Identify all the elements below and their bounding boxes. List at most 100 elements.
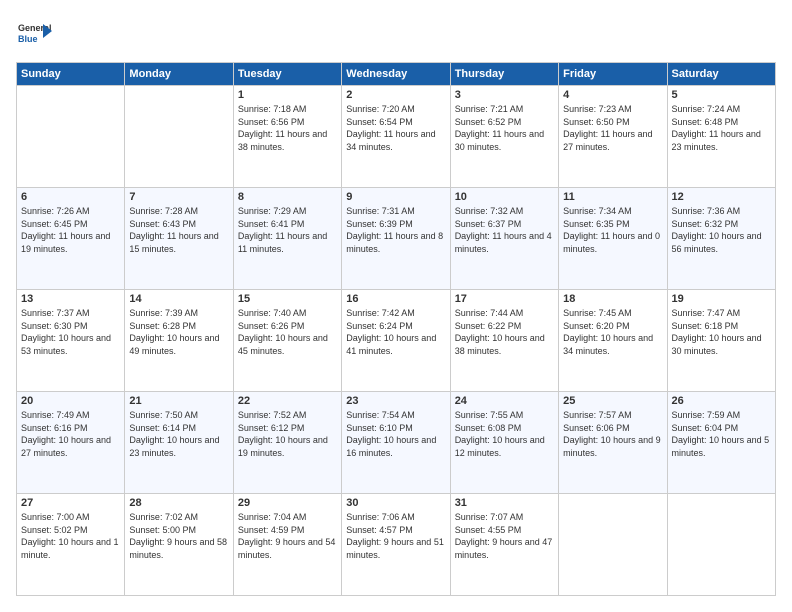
day-cell: 1 Sunrise: 7:18 AM Sunset: 6:56 PM Daylig…	[233, 86, 341, 188]
weekday-tuesday: Tuesday	[233, 63, 341, 86]
day-cell: 17 Sunrise: 7:44 AM Sunset: 6:22 PM Dayli…	[450, 290, 558, 392]
day-info: Sunrise: 7:21 AM Sunset: 6:52 PM Dayligh…	[455, 103, 554, 153]
day-cell	[17, 86, 125, 188]
day-info: Sunrise: 7:49 AM Sunset: 6:16 PM Dayligh…	[21, 409, 120, 459]
weekday-friday: Friday	[559, 63, 667, 86]
day-info: Sunrise: 7:28 AM Sunset: 6:43 PM Dayligh…	[129, 205, 228, 255]
day-number: 12	[672, 191, 771, 203]
day-number: 2	[346, 89, 445, 101]
day-info: Sunrise: 7:26 AM Sunset: 6:45 PM Dayligh…	[21, 205, 120, 255]
day-info: Sunrise: 7:39 AM Sunset: 6:28 PM Dayligh…	[129, 307, 228, 357]
day-info: Sunrise: 7:24 AM Sunset: 6:48 PM Dayligh…	[672, 103, 771, 153]
day-cell: 28 Sunrise: 7:02 AM Sunset: 5:00 PM Dayli…	[125, 494, 233, 596]
weekday-thursday: Thursday	[450, 63, 558, 86]
day-cell: 25Sunrise: 7:57 AM Sunset: 6:06 PM Dayli…	[559, 392, 667, 494]
day-number: 11	[563, 191, 662, 203]
day-cell: 20 Sunrise: 7:49 AM Sunset: 6:16 PM Dayli…	[17, 392, 125, 494]
weekday-monday: Monday	[125, 63, 233, 86]
day-info: Sunrise: 7:36 AM Sunset: 6:32 PM Dayligh…	[672, 205, 771, 255]
weekday-saturday: Saturday	[667, 63, 775, 86]
page: General Blue SundayMondayTuesdayWednesda…	[0, 0, 792, 612]
day-info: Sunrise: 7:50 AM Sunset: 6:14 PM Dayligh…	[129, 409, 228, 459]
day-number: 31	[455, 497, 554, 509]
day-number: 16	[346, 293, 445, 305]
day-cell: 19 Sunrise: 7:47 AM Sunset: 6:18 PM Dayli…	[667, 290, 775, 392]
weekday-sunday: Sunday	[17, 63, 125, 86]
day-cell: 12 Sunrise: 7:36 AM Sunset: 6:32 PM Dayli…	[667, 188, 775, 290]
logo-svg: General Blue	[16, 16, 52, 52]
day-number: 17	[455, 293, 554, 305]
day-number: 15	[238, 293, 337, 305]
weekday-wednesday: Wednesday	[342, 63, 450, 86]
day-number: 4	[563, 89, 662, 101]
day-cell: 27Sunrise: 7:00 AM Sunset: 5:02 PM Dayli…	[17, 494, 125, 596]
day-number: 13	[21, 293, 120, 305]
day-cell: 15Sunrise: 7:40 AM Sunset: 6:26 PM Dayli…	[233, 290, 341, 392]
day-cell: 4 Sunrise: 7:23 AM Sunset: 6:50 PM Daylig…	[559, 86, 667, 188]
day-cell: 6 Sunrise: 7:26 AM Sunset: 6:45 PM Daylig…	[17, 188, 125, 290]
week-row-0: 1 Sunrise: 7:18 AM Sunset: 6:56 PM Daylig…	[17, 86, 776, 188]
day-info: Sunrise: 7:07 AM Sunset: 4:55 PM Dayligh…	[455, 511, 554, 561]
day-cell: 16 Sunrise: 7:42 AM Sunset: 6:24 PM Dayli…	[342, 290, 450, 392]
day-info: Sunrise: 7:55 AM Sunset: 6:08 PM Dayligh…	[455, 409, 554, 459]
day-cell: 2 Sunrise: 7:20 AM Sunset: 6:54 PM Daylig…	[342, 86, 450, 188]
day-number: 14	[129, 293, 228, 305]
day-info: Sunrise: 7:31 AM Sunset: 6:39 PM Dayligh…	[346, 205, 445, 255]
day-info: Sunrise: 7:54 AM Sunset: 6:10 PM Dayligh…	[346, 409, 445, 459]
day-cell: 21 Sunrise: 7:50 AM Sunset: 6:14 PM Dayli…	[125, 392, 233, 494]
day-number: 3	[455, 89, 554, 101]
day-number: 10	[455, 191, 554, 203]
day-info: Sunrise: 7:45 AM Sunset: 6:20 PM Dayligh…	[563, 307, 662, 357]
day-number: 8	[238, 191, 337, 203]
day-number: 9	[346, 191, 445, 203]
calendar-table: SundayMondayTuesdayWednesdayThursdayFrid…	[16, 62, 776, 596]
day-info: Sunrise: 7:52 AM Sunset: 6:12 PM Dayligh…	[238, 409, 337, 459]
day-info: Sunrise: 7:59 AM Sunset: 6:04 PM Dayligh…	[672, 409, 771, 459]
logo: General Blue	[16, 16, 56, 52]
day-cell: 31 Sunrise: 7:07 AM Sunset: 4:55 PM Dayli…	[450, 494, 558, 596]
day-number: 20	[21, 395, 120, 407]
day-cell: 8 Sunrise: 7:29 AM Sunset: 6:41 PM Daylig…	[233, 188, 341, 290]
day-cell: 30Sunrise: 7:06 AM Sunset: 4:57 PM Dayli…	[342, 494, 450, 596]
day-number: 5	[672, 89, 771, 101]
header: General Blue	[16, 16, 776, 52]
day-info: Sunrise: 7:02 AM Sunset: 5:00 PM Dayligh…	[129, 511, 228, 561]
day-number: 1	[238, 89, 337, 101]
week-row-1: 6 Sunrise: 7:26 AM Sunset: 6:45 PM Daylig…	[17, 188, 776, 290]
day-info: Sunrise: 7:47 AM Sunset: 6:18 PM Dayligh…	[672, 307, 771, 357]
day-info: Sunrise: 7:42 AM Sunset: 6:24 PM Dayligh…	[346, 307, 445, 357]
day-number: 23	[346, 395, 445, 407]
day-info: Sunrise: 7:23 AM Sunset: 6:50 PM Dayligh…	[563, 103, 662, 153]
day-cell: 9 Sunrise: 7:31 AM Sunset: 6:39 PM Daylig…	[342, 188, 450, 290]
day-cell: 26 Sunrise: 7:59 AM Sunset: 6:04 PM Dayli…	[667, 392, 775, 494]
day-cell	[667, 494, 775, 596]
day-info: Sunrise: 7:44 AM Sunset: 6:22 PM Dayligh…	[455, 307, 554, 357]
day-number: 29	[238, 497, 337, 509]
svg-text:Blue: Blue	[18, 34, 38, 44]
day-cell	[125, 86, 233, 188]
day-info: Sunrise: 7:18 AM Sunset: 6:56 PM Dayligh…	[238, 103, 337, 153]
day-number: 19	[672, 293, 771, 305]
day-cell: 22 Sunrise: 7:52 AM Sunset: 6:12 PM Dayli…	[233, 392, 341, 494]
day-info: Sunrise: 7:04 AM Sunset: 4:59 PM Dayligh…	[238, 511, 337, 561]
day-number: 26	[672, 395, 771, 407]
week-row-2: 13Sunrise: 7:37 AM Sunset: 6:30 PM Dayli…	[17, 290, 776, 392]
day-number: 22	[238, 395, 337, 407]
day-number: 6	[21, 191, 120, 203]
day-number: 28	[129, 497, 228, 509]
day-cell: 18Sunrise: 7:45 AM Sunset: 6:20 PM Dayli…	[559, 290, 667, 392]
weekday-header-row: SundayMondayTuesdayWednesdayThursdayFrid…	[17, 63, 776, 86]
day-info: Sunrise: 7:34 AM Sunset: 6:35 PM Dayligh…	[563, 205, 662, 255]
day-number: 25	[563, 395, 662, 407]
day-cell: 14 Sunrise: 7:39 AM Sunset: 6:28 PM Dayli…	[125, 290, 233, 392]
day-cell: 29 Sunrise: 7:04 AM Sunset: 4:59 PM Dayli…	[233, 494, 341, 596]
week-row-3: 20 Sunrise: 7:49 AM Sunset: 6:16 PM Dayli…	[17, 392, 776, 494]
day-cell: 23 Sunrise: 7:54 AM Sunset: 6:10 PM Dayli…	[342, 392, 450, 494]
day-info: Sunrise: 7:20 AM Sunset: 6:54 PM Dayligh…	[346, 103, 445, 153]
day-info: Sunrise: 7:29 AM Sunset: 6:41 PM Dayligh…	[238, 205, 337, 255]
day-cell: 5 Sunrise: 7:24 AM Sunset: 6:48 PM Daylig…	[667, 86, 775, 188]
day-cell: 24Sunrise: 7:55 AM Sunset: 6:08 PM Dayli…	[450, 392, 558, 494]
day-info: Sunrise: 7:32 AM Sunset: 6:37 PM Dayligh…	[455, 205, 554, 255]
day-number: 30	[346, 497, 445, 509]
day-number: 21	[129, 395, 228, 407]
